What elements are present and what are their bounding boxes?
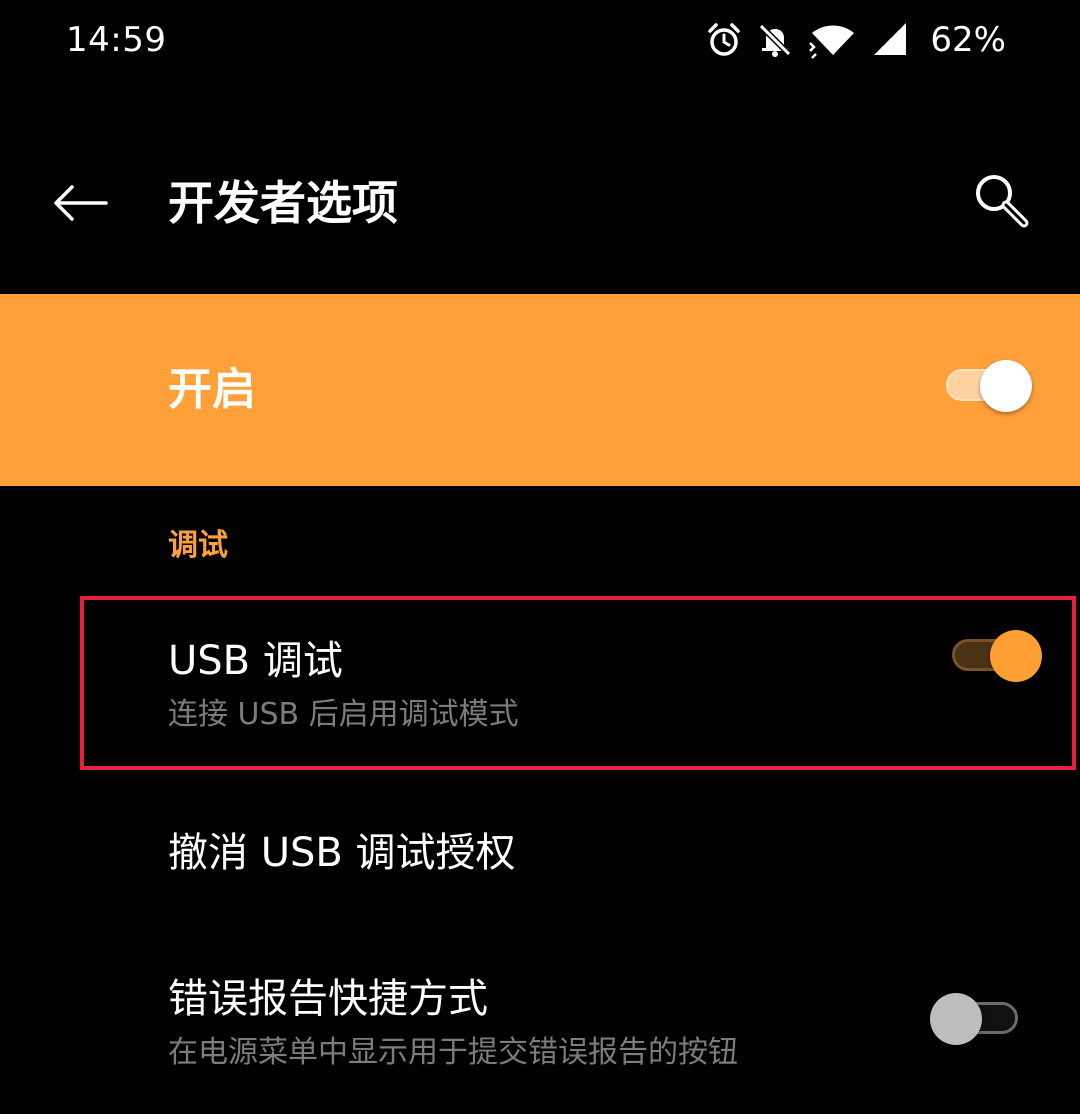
signal-icon: [872, 21, 910, 59]
status-icons: 62%: [692, 18, 1006, 62]
search-icon: [972, 171, 1032, 235]
setting-summary: 连接 USB 后启用调试模式: [168, 697, 519, 732]
master-switch-bar[interactable]: 开启: [0, 294, 1080, 486]
setting-revoke-usb-authorization[interactable]: 撤消 USB 调试授权: [0, 800, 1080, 910]
setting-title: USB 调试: [168, 638, 343, 684]
battery-level: 62%: [930, 20, 1006, 60]
setting-summary: 在电源菜单中显示用于提交错误报告的按钮: [168, 1035, 738, 1070]
arrow-left-icon: [52, 183, 108, 227]
search-button[interactable]: [964, 165, 1040, 241]
back-button[interactable]: [40, 170, 120, 240]
section-header-debugging: 调试: [168, 528, 228, 563]
master-switch-toggle[interactable]: [940, 360, 1032, 412]
bug-report-toggle[interactable]: [930, 993, 1020, 1045]
setting-usb-debugging[interactable]: USB 调试 连接 USB 后启用调试模式: [0, 596, 1080, 771]
bell-off-icon: [756, 21, 794, 59]
master-switch-label: 开启: [168, 364, 256, 415]
setting-bug-report-shortcut[interactable]: 错误报告快捷方式 在电源菜单中显示用于提交错误报告的按钮: [0, 940, 1080, 1114]
toggle-thumb: [980, 360, 1032, 412]
usb-debugging-toggle[interactable]: [946, 630, 1042, 682]
setting-title: 错误报告快捷方式: [168, 976, 488, 1022]
setting-title: 撤消 USB 调试授权: [168, 830, 516, 876]
alarm-icon: [706, 22, 742, 58]
status-time: 14:59: [66, 20, 167, 60]
status-bar: 14:59 62%: [0, 0, 1080, 82]
toggle-thumb: [990, 630, 1042, 682]
toggle-thumb: [930, 993, 982, 1045]
top-app-bar: 开发者选项: [0, 110, 1080, 294]
page-title: 开发者选项: [168, 176, 398, 230]
wifi-icon: [808, 21, 858, 59]
